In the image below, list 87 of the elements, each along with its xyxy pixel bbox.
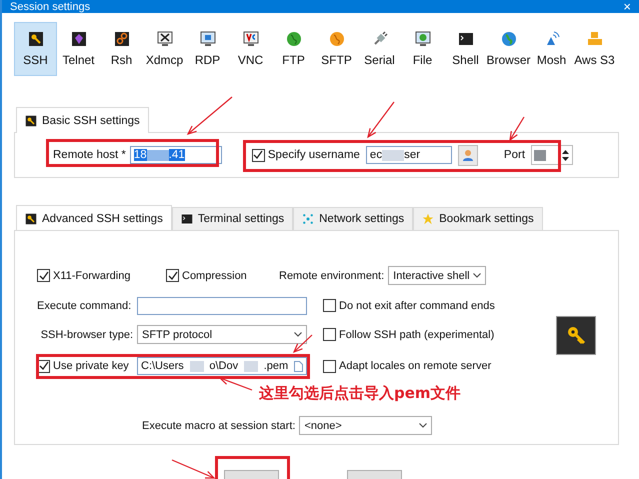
up-arrow-icon	[562, 150, 570, 154]
remote-environment-dropdown[interactable]: Interactive shell	[388, 266, 486, 285]
checkbox[interactable]	[323, 328, 336, 341]
checkbox[interactable]	[323, 360, 336, 372]
blurred-text	[534, 150, 546, 160]
checkbox[interactable]	[323, 299, 336, 312]
blurred-text	[382, 150, 404, 160]
private-key-field[interactable]: C:\Users o\Dov .pem	[137, 357, 307, 375]
key-icon	[25, 114, 37, 126]
gem-icon	[70, 31, 86, 47]
session-type-button[interactable]: Shell	[444, 22, 487, 76]
tab[interactable]: Basic SSH settings	[16, 107, 149, 133]
tab[interactable]: Network settings	[293, 207, 414, 230]
tab[interactable]: Terminal settings	[172, 207, 294, 230]
annotation-text: 这里勾选后点击导入pem文件	[259, 384, 461, 403]
session-type-button[interactable]: Serial	[358, 22, 401, 76]
session-type-button[interactable]: SFTP	[315, 22, 358, 76]
annotation-arrow	[292, 334, 312, 354]
field-label: SSH-browser type:	[40, 328, 133, 340]
execute-macro-dropdown[interactable]: <none>	[299, 416, 432, 435]
session-type-button[interactable]: Telnet	[57, 22, 100, 76]
checkbox-label: Use private key	[53, 360, 129, 372]
execute-command-field[interactable]	[137, 296, 307, 314]
key-icon	[25, 212, 37, 224]
down-arrow-icon	[562, 156, 570, 160]
close-button[interactable]: ×	[623, 0, 631, 12]
monitor-icon	[242, 31, 258, 47]
checkbox-label: Compression	[182, 270, 247, 282]
chevron-icon	[294, 332, 302, 337]
boxes-icon	[586, 31, 602, 47]
checkbox[interactable]	[166, 269, 179, 282]
star-icon	[422, 213, 434, 225]
monitor-icon	[200, 31, 216, 47]
checkbox[interactable]	[252, 148, 265, 162]
session-type-button[interactable]: Rsh	[100, 22, 143, 76]
tab[interactable]: Bookmark settings	[413, 207, 543, 230]
monitor-icon	[414, 31, 430, 47]
file-icon	[294, 360, 303, 372]
key-button[interactable]	[556, 316, 596, 355]
session-type-button[interactable]: SSH	[14, 22, 57, 76]
gears-icon	[114, 31, 130, 47]
username-field[interactable]: ec ser	[366, 146, 452, 164]
window-title: Session settings	[10, 0, 90, 12]
globe-icon	[500, 31, 516, 47]
session-type-button[interactable]: Aws S3	[573, 22, 616, 76]
port-field[interactable]	[531, 145, 574, 165]
session-type-button[interactable]: FTP	[272, 22, 315, 76]
field-label: Execute command:	[37, 300, 132, 312]
session-type-button[interactable]: Mosh	[530, 22, 573, 76]
field-label: Remote host *	[53, 149, 126, 161]
session-type-button[interactable]: Xdmcp	[143, 22, 186, 76]
session-type-button[interactable]: Browser	[487, 22, 530, 76]
terminal-icon	[458, 31, 474, 47]
annotation-arrow	[509, 116, 525, 142]
checkbox-label: Do not exit after command ends	[339, 300, 495, 312]
blurred-text	[190, 360, 204, 372]
field-label: Port	[504, 149, 526, 161]
checkbox-label: Adapt locales on remote server	[339, 360, 492, 372]
plug-icon	[372, 31, 388, 47]
monitor-icon	[156, 31, 172, 47]
blurred-text	[244, 360, 258, 372]
tab[interactable]: Advanced SSH settings	[16, 205, 172, 231]
annotation-arrow	[218, 377, 252, 391]
terminal-icon	[180, 213, 193, 225]
session-type-button[interactable]: VNC	[229, 22, 272, 76]
key-icon	[28, 31, 44, 47]
globe-icon	[286, 31, 302, 47]
checkbox-label: Follow SSH path (experimental)	[339, 328, 494, 340]
globe-icon	[328, 31, 344, 47]
blurred-text	[146, 150, 169, 160]
checkbox[interactable]	[37, 269, 50, 282]
chevron-icon	[473, 273, 482, 278]
session-type-button[interactable]: File	[401, 22, 444, 76]
session-type-button[interactable]: RDP	[186, 22, 229, 76]
field-label: Execute macro at session start:	[142, 420, 296, 432]
network-icon	[302, 213, 314, 225]
ssh-browser-type-dropdown[interactable]: SFTP protocol	[137, 325, 307, 344]
annotation-arrow	[172, 459, 216, 479]
user-button[interactable]	[458, 144, 478, 166]
remote-host-field[interactable]: 18 .41	[130, 146, 222, 164]
annotation-arrow	[186, 96, 232, 135]
annotation-arrow	[367, 102, 394, 138]
chevron-icon	[419, 423, 428, 428]
checkbox-label: Specify username	[268, 149, 360, 161]
person-icon	[462, 149, 474, 161]
checkbox-label: X11-Forwarding	[53, 270, 130, 282]
field-label: Remote environment:	[279, 270, 384, 282]
